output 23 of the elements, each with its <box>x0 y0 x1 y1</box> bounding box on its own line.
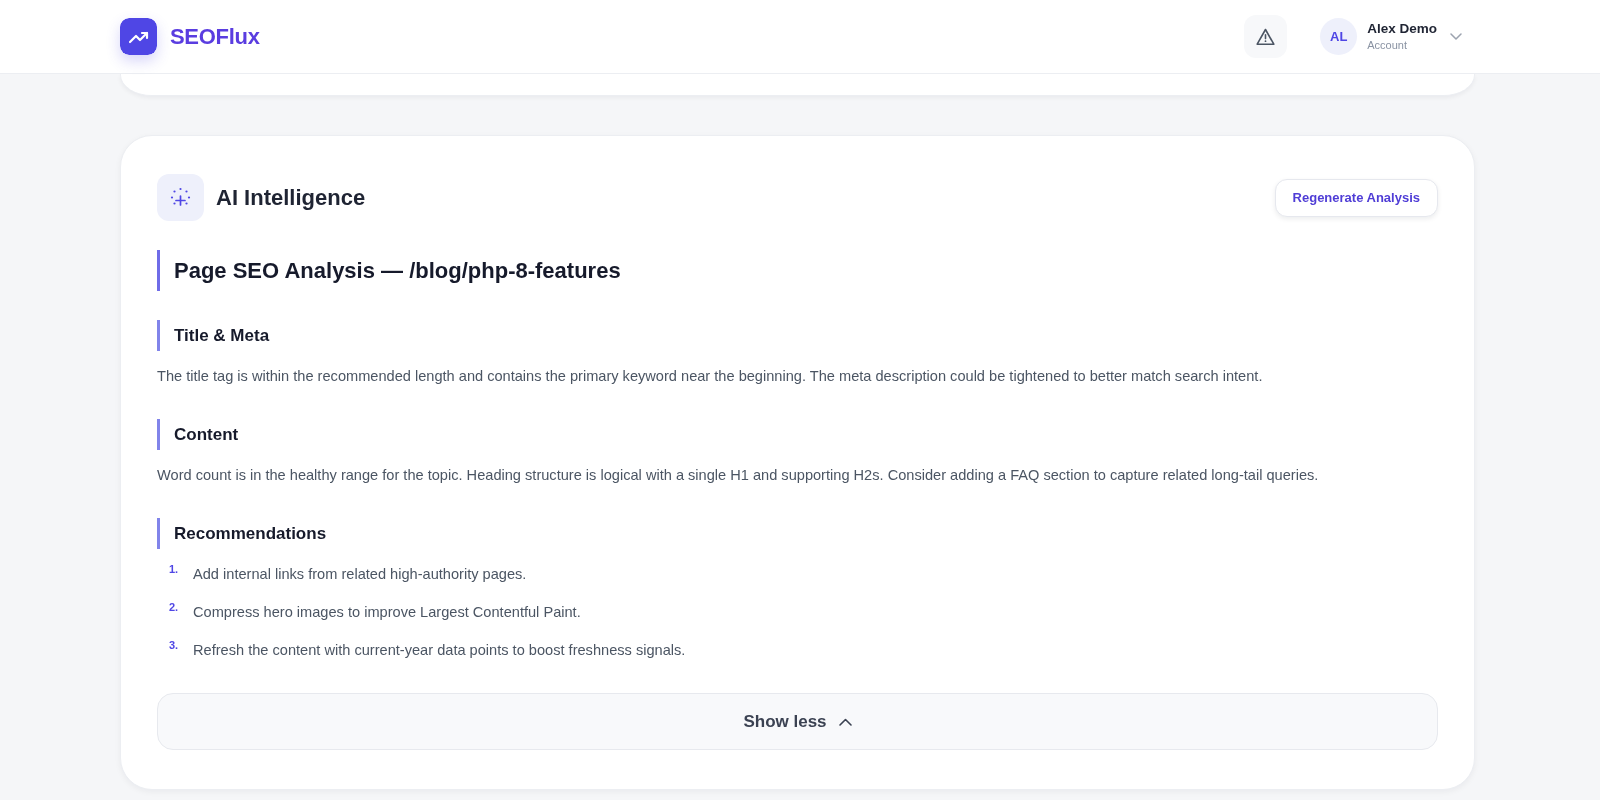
section-paragraph: Word count is in the healthy range for the topic. Heading structure is logical with a single H1 and supporting H2s. Consider adding a FAQ section to capture related long-tail queries. <box>157 466 1320 485</box>
alerts-button[interactable] <box>1244 15 1288 58</box>
section-heading: Title & Meta <box>157 320 1438 351</box>
show-less-button[interactable]: Show less <box>157 693 1438 750</box>
card-title: AI Intelligence <box>216 184 366 211</box>
account-label: Account <box>1367 38 1408 53</box>
recommendation-text: Refresh the content with current-year data points to boost freshness signals. <box>193 641 686 660</box>
regenerate-button[interactable]: Regenerate Analysis <box>1274 178 1438 217</box>
recommendation-text: Add internal links from related high-authority pages. <box>193 565 527 584</box>
section-heading: Content <box>157 419 1438 450</box>
sparkle-icon <box>157 174 204 221</box>
warning-icon <box>1256 27 1276 46</box>
list-number: 2. <box>169 600 180 614</box>
section-heading: Recommendations <box>157 518 1438 549</box>
user-name: Alex Demo <box>1367 20 1437 37</box>
recommendation-text: Compress hero images to improve Largest Contentful Paint. <box>193 603 581 622</box>
section-paragraph: The title tag is within the recommended length and contains the primary keyword near the beginning. The meta description could be tightened to better match search intent. <box>157 367 1264 386</box>
list-number: 3. <box>169 638 180 652</box>
list-number: 1. <box>169 562 180 576</box>
brand-name: SEOFlux <box>170 23 260 50</box>
user-avatar: AL <box>1320 18 1358 55</box>
analysis-heading: Page SEO Analysis — /blog/php-8-features <box>157 250 1438 291</box>
trend-arrow-icon <box>120 18 157 55</box>
